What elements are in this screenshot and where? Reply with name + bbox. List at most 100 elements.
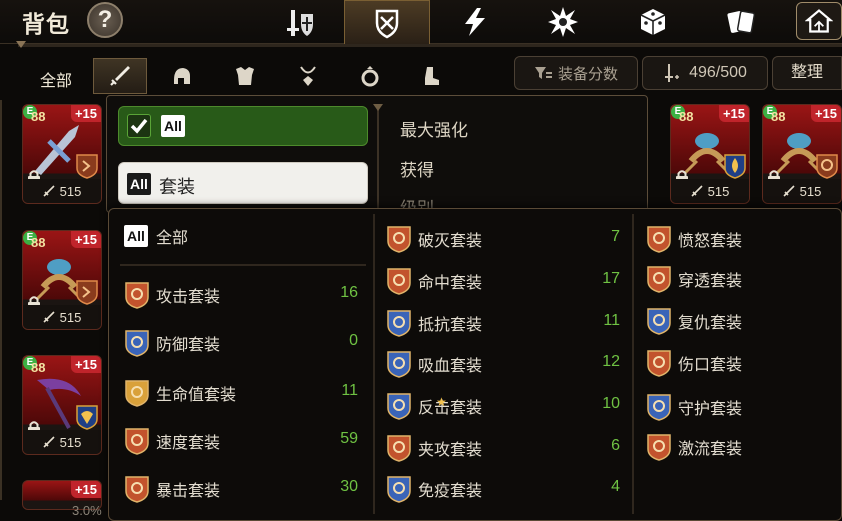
tab-skills[interactable]: [432, 0, 518, 44]
amulet-icon: [300, 66, 316, 86]
lightning-icon: [465, 8, 485, 36]
tab-heroes[interactable]: [258, 0, 344, 44]
sword-capacity-icon: [665, 64, 680, 82]
equipment-score-button[interactable]: 装备分数: [514, 56, 638, 90]
set-count: 0: [349, 332, 358, 349]
sword-shield-icon: [287, 10, 313, 36]
attack-stat: 515: [23, 305, 101, 329]
set-option[interactable]: 生命值套装: [124, 378, 236, 408]
attack-icon: [783, 185, 795, 197]
attack-stat: 515: [763, 179, 841, 203]
set-all-label: 全部: [156, 230, 189, 247]
filter-helmet[interactable]: [155, 58, 209, 94]
set-name: 生命值套装: [156, 387, 237, 404]
inventory-slot[interactable]: E 88 +15 515: [670, 104, 750, 204]
set-option[interactable]: 激流套装: [646, 432, 742, 462]
set-name: 反击套装: [418, 400, 483, 417]
enhance-badge: +15: [70, 231, 101, 248]
top-bar: 背包 ?: [0, 0, 842, 44]
set-option[interactable]: 反击套装: [386, 391, 482, 421]
attack-value: 515: [59, 183, 82, 199]
set-filter-button[interactable]: All 套装: [118, 162, 368, 204]
all-badge: All: [124, 225, 148, 247]
set-option[interactable]: 攻击套装: [124, 280, 220, 310]
set-count: 30: [340, 478, 358, 495]
set-name: 免疫套装: [418, 483, 483, 500]
tab-storage[interactable]: [796, 2, 842, 40]
set-option[interactable]: 抵抗套装: [386, 308, 482, 338]
set-name: 攻击套装: [156, 289, 221, 306]
enhance-badge: +15: [70, 356, 101, 373]
set-shield-icon: [125, 282, 149, 309]
organize-button[interactable]: 整理: [772, 56, 842, 90]
sort-option-acquired[interactable]: 获得: [400, 156, 434, 181]
attack-icon: [43, 311, 55, 323]
armor-shield-icon: [375, 9, 399, 38]
attack-value: 515: [707, 183, 730, 199]
set-shield-icon: [647, 266, 671, 293]
set-option[interactable]: 夹攻套装: [386, 433, 482, 463]
attack-value: 515: [59, 309, 82, 325]
set-option[interactable]: 愤怒套装: [646, 224, 742, 254]
set-option[interactable]: 伤口套装: [646, 348, 742, 378]
set-option[interactable]: 暴击套装: [124, 474, 220, 504]
attack-value: 515: [59, 434, 82, 450]
sword-icon: [110, 66, 130, 86]
sort-option-level[interactable]: 级别: [400, 194, 434, 208]
tab-artifacts[interactable]: [520, 0, 606, 44]
filter-weapon[interactable]: [93, 58, 147, 94]
filter-armor[interactable]: [218, 58, 272, 94]
set-shield-icon: [125, 330, 149, 357]
inventory-slot[interactable]: E 88 +15 515: [22, 355, 102, 455]
set-shield-icon: [387, 268, 411, 295]
inventory-capacity[interactable]: 496/500: [642, 56, 768, 90]
set-option[interactable]: 破灭套装: [386, 224, 482, 254]
set-name: 吸血套装: [418, 358, 483, 375]
set-shield-icon: [387, 310, 411, 337]
filter-all-label[interactable]: 全部: [40, 67, 72, 91]
set-option[interactable]: 速度套装: [124, 426, 220, 456]
tab-equipment[interactable]: [344, 0, 430, 44]
filter-necklace[interactable]: [281, 58, 335, 94]
page-title: 背包: [22, 11, 70, 37]
filter-ring[interactable]: [343, 58, 397, 94]
set-shield-icon: [387, 226, 411, 253]
set-count: 11: [603, 312, 620, 329]
enhance-badge: +15: [718, 105, 749, 122]
inventory-slot[interactable]: E 88 +15 515: [22, 230, 102, 330]
divider-ornament: [16, 41, 26, 48]
inventory-slot[interactable]: E 88 +15 515: [762, 104, 842, 204]
set-option-all[interactable]: All 全部: [124, 224, 188, 248]
help-button[interactable]: ?: [87, 2, 123, 38]
filter-boots[interactable]: [404, 58, 458, 94]
tab-materials[interactable]: [610, 0, 696, 44]
checkbox-checked[interactable]: [127, 114, 151, 138]
set-name: 夹攻套装: [418, 442, 483, 459]
set-option[interactable]: 免疫套装: [386, 474, 482, 504]
set-option[interactable]: 复仇套装: [646, 306, 742, 336]
set-name: 暴击套装: [156, 483, 221, 500]
set-shield-icon: [647, 434, 671, 461]
header-divider: [18, 44, 842, 47]
inventory-slot[interactable]: E 88 +15 515: [22, 104, 102, 204]
set-badge-icon: [76, 280, 98, 305]
set-shield-icon: [125, 476, 149, 503]
set-option[interactable]: 吸血套装: [386, 349, 482, 379]
set-shield-icon: [387, 476, 411, 503]
enhance-badge: +15: [810, 105, 841, 122]
all-badge: All: [161, 115, 185, 137]
set-option[interactable]: 防御套装: [124, 328, 220, 358]
set-option[interactable]: 命中套装: [386, 266, 482, 296]
all-badge: All: [127, 173, 151, 195]
set-option[interactable]: 穿透套装: [646, 264, 742, 294]
set-option[interactable]: 守护套装: [646, 392, 742, 422]
sort-option-max-enhance[interactable]: 最大强化: [400, 116, 468, 141]
set-badge-icon: [724, 154, 746, 179]
sort-all-option[interactable]: All: [118, 106, 368, 146]
capacity-value: 496/500: [689, 64, 747, 81]
tab-items[interactable]: [698, 0, 784, 44]
set-shield-icon: [387, 435, 411, 462]
set-name: 穿透套装: [678, 273, 743, 290]
checkmark-icon: [130, 118, 148, 134]
set-all-divider: [120, 264, 366, 266]
